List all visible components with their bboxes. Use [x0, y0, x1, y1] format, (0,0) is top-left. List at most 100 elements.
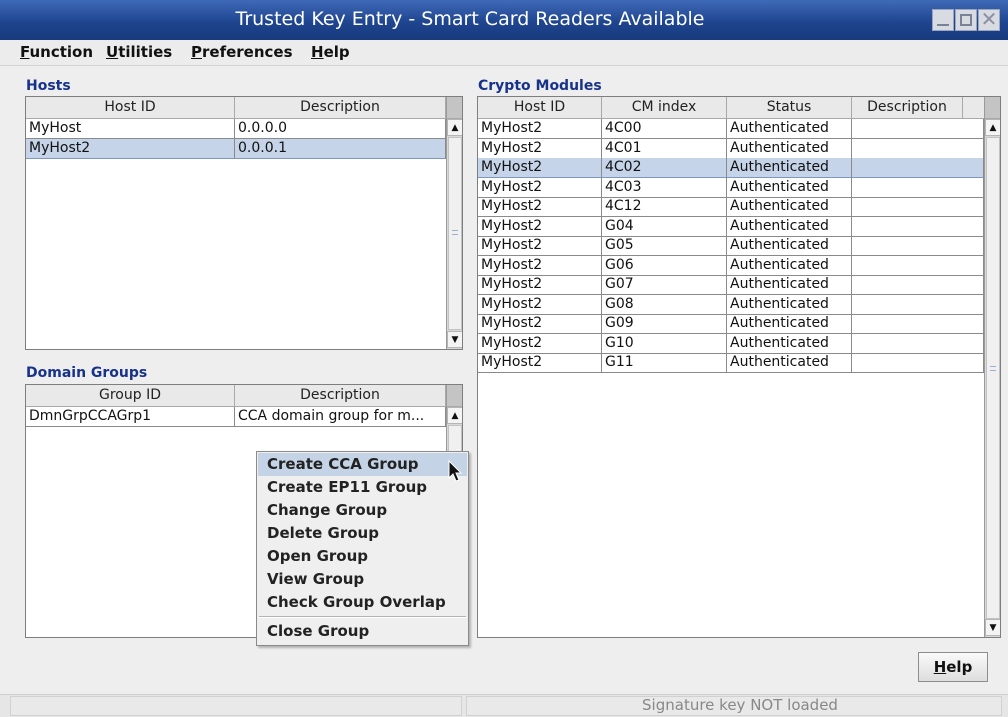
- column-group-id[interactable]: Group ID: [26, 385, 235, 406]
- status-cell: Authenticated: [727, 333, 852, 354]
- host-id-cell: MyHost: [26, 119, 235, 139]
- hosts-title: Hosts: [26, 78, 71, 94]
- description-cell: [852, 294, 984, 315]
- menu-item-create-cca-group[interactable]: Create CCA Group: [258, 453, 467, 476]
- column-description[interactable]: Description: [235, 97, 446, 118]
- status-cell: Authenticated: [727, 353, 852, 373]
- table-row[interactable]: MyHost2 4C00 Authenticated: [478, 119, 984, 139]
- menu-item-create-ep11-group[interactable]: Create EP11 Group: [258, 476, 467, 499]
- menu-item-check-group-overlap[interactable]: Check Group Overlap: [258, 591, 467, 614]
- table-row[interactable]: MyHost2 4C03 Authenticated: [478, 177, 984, 198]
- window-title: Trusted Key Entry - Smart Card Readers A…: [235, 8, 705, 30]
- host-id-cell: MyHost2: [478, 138, 602, 159]
- column-cm-index[interactable]: CM index: [602, 97, 727, 118]
- signature-status-text: Signature key NOT loaded: [642, 696, 838, 714]
- description-cell: [852, 353, 984, 373]
- table-row[interactable]: MyHost2 G08 Authenticated: [478, 294, 984, 315]
- host-id-cell: MyHost2: [478, 177, 602, 198]
- minimize-button[interactable]: [932, 9, 954, 31]
- scrollbar-corner: [447, 97, 462, 119]
- scrollbar-thumb[interactable]: [986, 137, 1000, 619]
- close-button[interactable]: ✕: [978, 9, 1000, 31]
- table-row[interactable]: MyHost2 G09 Authenticated: [478, 314, 984, 334]
- table-row[interactable]: DmnGrpCCAGrp1 CCA domain group for m...: [26, 407, 446, 427]
- column-description[interactable]: Description: [852, 97, 963, 118]
- description-cell: 0.0.0.1: [235, 139, 446, 159]
- menu-bar: Function Utilities Preferences Help: [0, 40, 1008, 66]
- description-cell: [852, 138, 984, 159]
- cm-index-cell: G09: [602, 314, 727, 334]
- column-host-id[interactable]: Host ID: [26, 97, 235, 118]
- menu-item-view-group[interactable]: View Group: [258, 568, 467, 591]
- menu-item-close-group[interactable]: Close Group: [258, 620, 467, 643]
- column-description[interactable]: Description: [235, 385, 446, 406]
- grip-icon: [452, 230, 458, 235]
- menu-function[interactable]: Function: [20, 43, 93, 61]
- cm-index-cell: 4C02: [602, 158, 727, 178]
- menu-preferences[interactable]: Preferences: [191, 43, 293, 61]
- help-button[interactable]: Help: [918, 652, 988, 682]
- host-id-cell: MyHost2: [478, 216, 602, 237]
- menu-item-change-group[interactable]: Change Group: [258, 499, 467, 522]
- table-row[interactable]: MyHost2 G05 Authenticated: [478, 236, 984, 256]
- menu-help[interactable]: Help: [311, 43, 350, 61]
- description-cell: [852, 177, 984, 198]
- scroll-down-icon[interactable]: ▼: [985, 619, 1000, 636]
- status-cell: Authenticated: [727, 177, 852, 198]
- status-cell: Authenticated: [727, 138, 852, 159]
- scroll-up-icon[interactable]: ▲: [447, 407, 462, 424]
- host-id-cell: MyHost2: [478, 236, 602, 256]
- grip-icon: [990, 366, 996, 371]
- cm-index-cell: G10: [602, 333, 727, 354]
- scrollbar-corner: [985, 97, 1000, 119]
- column-status[interactable]: Status: [727, 97, 852, 118]
- cm-index-cell: G04: [602, 216, 727, 237]
- scroll-up-icon[interactable]: ▲: [447, 119, 462, 136]
- description-cell: [852, 236, 984, 256]
- host-id-cell: MyHost2: [478, 294, 602, 315]
- scrollbar-thumb[interactable]: [448, 137, 462, 330]
- domain-groups-title: Domain Groups: [26, 365, 148, 381]
- menu-utilities[interactable]: Utilities: [106, 43, 172, 61]
- status-cell: Authenticated: [727, 119, 852, 139]
- status-cell: Authenticated: [727, 197, 852, 217]
- menu-item-open-group[interactable]: Open Group: [258, 545, 467, 568]
- description-cell: [852, 158, 984, 178]
- description-cell: [852, 314, 984, 334]
- description-cell: 0.0.0.0: [235, 119, 446, 139]
- column-host-id[interactable]: Host ID: [478, 97, 602, 118]
- table-row[interactable]: MyHost2 4C01 Authenticated: [478, 138, 984, 159]
- cm-index-cell: 4C12: [602, 197, 727, 217]
- table-row[interactable]: MyHost2 G04 Authenticated: [478, 216, 984, 237]
- table-row-selected[interactable]: MyHost2 0.0.0.1: [26, 139, 446, 159]
- host-id-cell: MyHost2: [26, 139, 235, 159]
- scroll-down-icon[interactable]: ▼: [447, 331, 462, 348]
- domain-groups-table-header: Group ID Description: [26, 385, 446, 407]
- context-menu: Create CCA Group Create EP11 Group Chang…: [256, 451, 469, 646]
- status-cell: Authenticated: [727, 255, 852, 276]
- scroll-up-icon[interactable]: ▲: [985, 119, 1000, 136]
- group-id-cell: DmnGrpCCAGrp1: [26, 407, 235, 427]
- menu-item-delete-group[interactable]: Delete Group: [258, 522, 467, 545]
- maximize-button[interactable]: [955, 9, 977, 31]
- status-cell: Authenticated: [727, 294, 852, 315]
- table-row[interactable]: MyHost2 G06 Authenticated: [478, 255, 984, 276]
- cm-index-cell: G05: [602, 236, 727, 256]
- description-cell: CCA domain group for m...: [235, 407, 446, 427]
- table-row-selected[interactable]: MyHost2 4C02 Authenticated: [478, 158, 984, 178]
- crypto-modules-table[interactable]: Host ID CM index Status Description MyHo…: [477, 96, 1001, 638]
- table-row[interactable]: MyHost 0.0.0.0: [26, 119, 446, 139]
- hosts-table[interactable]: Host ID Description MyHost 0.0.0.0 MyHos…: [25, 96, 463, 350]
- status-cell: Authenticated: [727, 314, 852, 334]
- table-row[interactable]: MyHost2 G10 Authenticated: [478, 333, 984, 354]
- table-row[interactable]: MyHost2 G11 Authenticated: [478, 353, 984, 373]
- hosts-scrollbar[interactable]: ▲ ▼: [446, 97, 462, 349]
- table-row[interactable]: MyHost2 G07 Authenticated: [478, 275, 984, 295]
- crypto-modules-scrollbar[interactable]: ▲ ▼: [984, 97, 1000, 637]
- description-cell: [852, 255, 984, 276]
- crypto-modules-title: Crypto Modules: [478, 78, 602, 94]
- cm-index-cell: G07: [602, 275, 727, 295]
- table-row[interactable]: MyHost2 4C12 Authenticated: [478, 197, 984, 217]
- status-pane-left: [10, 696, 462, 716]
- host-id-cell: MyHost2: [478, 119, 602, 139]
